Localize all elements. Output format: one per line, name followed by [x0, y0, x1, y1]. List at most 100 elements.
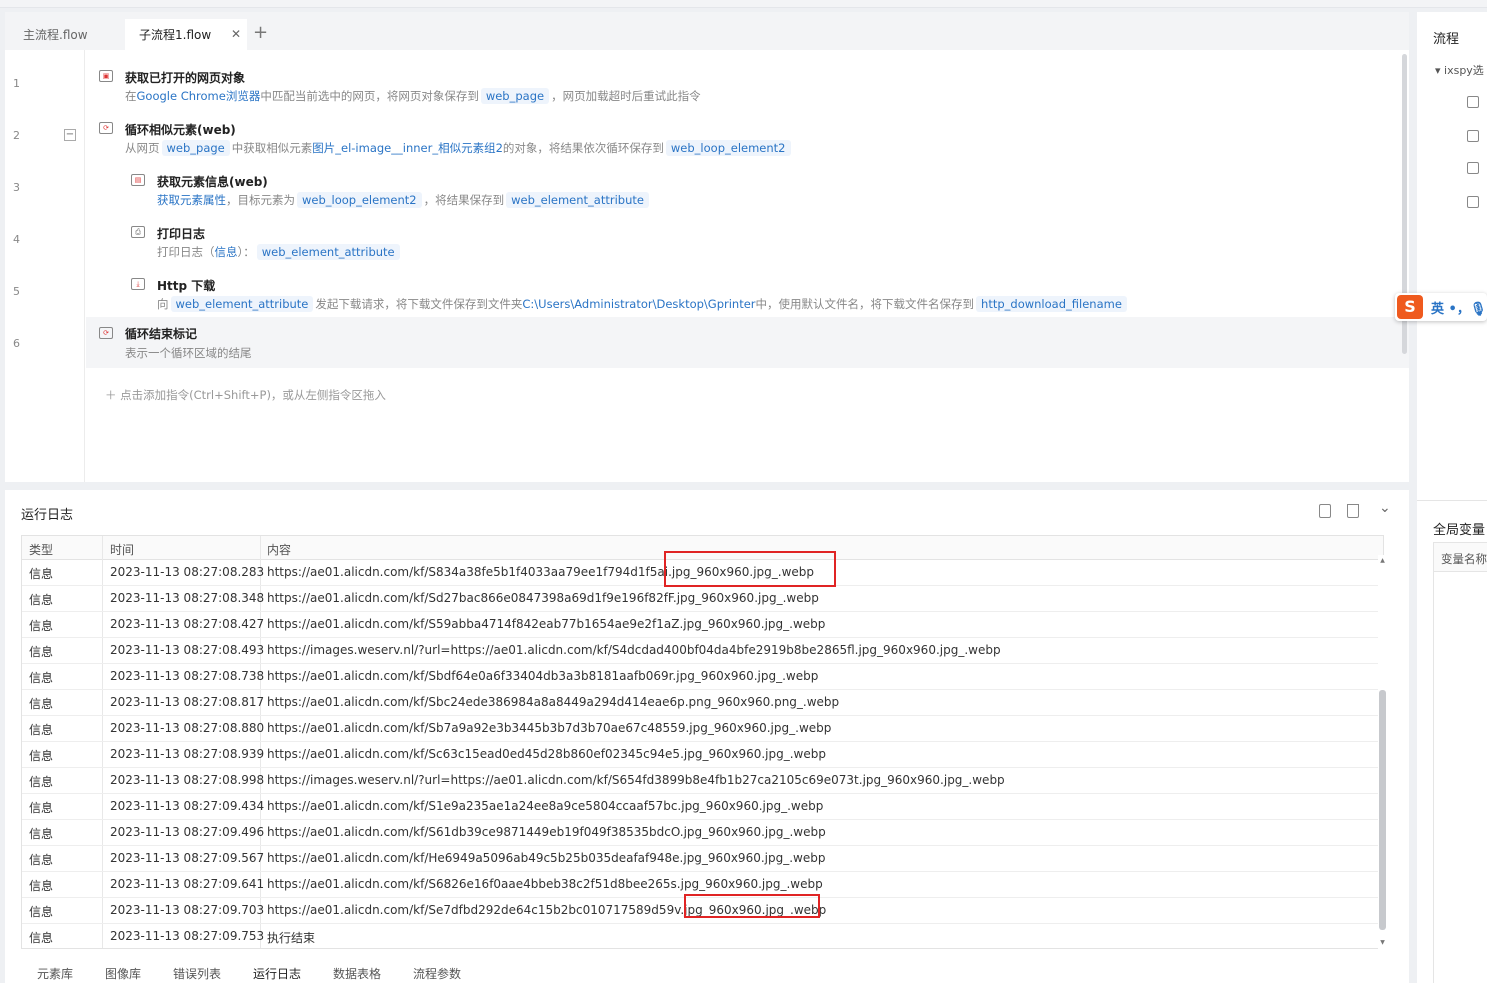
cell-time: 2023-11-13 08:27:09.641	[110, 877, 265, 891]
tab-element-library[interactable]: 元素库	[37, 965, 73, 982]
variable-chip[interactable]: web_page	[161, 140, 230, 156]
table-row[interactable]: 信息 2023-11-13 08:27:09.567 https://ae01.al…	[22, 846, 1383, 872]
cell-content: 执行结束	[267, 931, 316, 945]
command-loop-end[interactable]: ⟳ 循环结束标记 表示一个循环区域的结尾	[86, 317, 1409, 368]
desc-text: 中，使用默认文件名，将下载文件名保存到	[755, 297, 975, 311]
desc-link[interactable]: 获取元素属性	[157, 193, 226, 207]
table-row[interactable]: 信息 2023-11-13 08:27:08.939 https://ae01.al…	[22, 742, 1383, 768]
close-icon[interactable]: ✕	[231, 27, 241, 41]
cell-time: 2023-11-13 08:27:08.738	[110, 669, 265, 683]
cell-content: https://images.weserv.nl/?url=https://ae…	[267, 643, 1001, 657]
desc-text: 从网页	[125, 141, 160, 155]
add-command-hint[interactable]: ＋ 点击添加指令(Ctrl+Shift+P)，或从左侧指令区拖入	[105, 387, 386, 403]
variable-chip[interactable]: web_loop_element2	[297, 192, 422, 208]
variable-chip[interactable]: web_page	[480, 88, 550, 104]
line-number: 2	[13, 129, 20, 142]
cell-type: 信息	[29, 879, 54, 893]
cell-type: 信息	[29, 671, 54, 685]
desc-text: 在	[125, 89, 137, 103]
tab-run-log[interactable]: 运行日志	[253, 965, 301, 982]
table-row[interactable]: 信息 2023-11-13 08:27:08.738 https://ae01.al…	[22, 664, 1383, 690]
cell-time: 2023-11-13 08:27:08.998	[110, 773, 265, 787]
ime-status[interactable]: 英 •，🎙	[1431, 298, 1486, 317]
cell-content: https://ae01.alicdn.com/kf/He6949a5096ab…	[267, 851, 826, 865]
flow-tree-item[interactable]: ▾ ixspy选	[1435, 62, 1484, 78]
table-row[interactable]: 信息 2023-11-13 08:27:09.496 https://ae01.al…	[22, 820, 1383, 846]
log-scrollbar[interactable]: ▲ ▼	[1378, 555, 1387, 949]
desc-link[interactable]: Google Chrome浏览器	[137, 89, 261, 103]
cell-type: 信息	[29, 619, 54, 633]
copy-icon[interactable]	[1467, 96, 1479, 108]
tab-sub-flow[interactable]: 子流程1.flow ✕	[125, 19, 247, 50]
subflow-icon[interactable]	[1467, 130, 1479, 142]
variable-chip[interactable]: web_element_attribute	[170, 296, 314, 312]
tab-main-label: 主流程.flow	[23, 28, 88, 42]
element-info-icon: ▤	[131, 174, 145, 186]
desc-link[interactable]: 图片_el-image__inner_相似元素组2	[312, 141, 503, 155]
top-strip	[0, 0, 1487, 8]
cell-content: https://ae01.alicdn.com/kf/Sd27bac866e08…	[267, 591, 819, 605]
trash-icon[interactable]	[1347, 504, 1359, 518]
cell-type: 信息	[29, 801, 54, 815]
command-loop-elements[interactable]: ⟳ 循环相似元素(web) 从网页 web_page 中获取相似元素图片_el-im…	[99, 117, 1399, 169]
scroll-thumb[interactable]	[1379, 690, 1386, 930]
cell-content: https://ae01.alicdn.com/kf/Sbc24ede38698…	[267, 695, 840, 709]
ime-toolbar[interactable]: S 英 •，🎙	[1395, 293, 1487, 321]
line-number: 6	[13, 337, 20, 350]
cell-time: 2023-11-13 08:27:08.427	[110, 617, 265, 631]
command-get-element-info[interactable]: ▤ 获取元素信息(web) 获取元素属性，目标元素为 web_loop_eleme…	[131, 169, 1399, 221]
table-row[interactable]: 信息 2023-11-13 08:27:08.998 https://images.…	[22, 768, 1383, 794]
desc-text: ，网页加载超时后重试此指令	[551, 89, 701, 103]
column-type[interactable]: 类型	[29, 541, 53, 558]
command-get-webpage[interactable]: ▣ 获取已打开的网页对象 在Google Chrome浏览器中匹配当前选中的网页…	[99, 65, 1399, 117]
column-time[interactable]: 时间	[110, 541, 134, 558]
table-row[interactable]: 信息 2023-11-13 08:27:08.493 https://images.…	[22, 638, 1383, 664]
desc-link[interactable]: 信息	[215, 245, 238, 259]
layers-icon[interactable]	[1467, 196, 1479, 208]
command-title: 打印日志	[157, 227, 206, 241]
tab-flow-params[interactable]: 流程参数	[413, 965, 461, 982]
table-row[interactable]: 信息 2023-11-13 08:27:08.348 https://ae01.al…	[22, 586, 1383, 612]
chevron-down-icon[interactable]: ⌄	[1379, 500, 1391, 516]
scroll-down-icon[interactable]: ▼	[1378, 939, 1387, 946]
tab-error-list[interactable]: 错误列表	[173, 965, 221, 982]
variable-chip[interactable]: web_element_attribute	[506, 192, 649, 208]
cell-time: 2023-11-13 08:27:09.753	[110, 929, 265, 943]
variable-chip[interactable]: web_loop_element2	[665, 140, 791, 156]
cell-content: https://ae01.alicdn.com/kf/Sc63c15ead0ed…	[267, 747, 826, 761]
command-title: 获取已打开的网页对象	[125, 71, 246, 85]
cell-time: 2023-11-13 08:27:08.880	[110, 721, 265, 735]
collapse-icon[interactable]: −	[64, 129, 76, 141]
app-root: 主流程.flow 子流程1.flow ✕ + 1 2 − 3 4 5 6 ▣ 获…	[0, 0, 1487, 983]
variable-chip[interactable]: web_element_attribute	[256, 244, 400, 260]
table-row[interactable]: 信息 2023-11-13 08:27:08.427 https://ae01.al…	[22, 612, 1383, 638]
table-row[interactable]: 信息 2023-11-13 08:27:09.434 https://ae01.al…	[22, 794, 1383, 820]
loop-end-icon: ⟳	[99, 327, 113, 339]
annotation-box	[664, 551, 836, 587]
cell-content: https://ae01.alicdn.com/kf/S59abba4714f8…	[267, 617, 826, 631]
tab-image-library[interactable]: 图像库	[105, 965, 141, 982]
line-gutter: 1 2 − 3 4 5 6	[5, 50, 85, 482]
export-log-icon[interactable]	[1319, 504, 1331, 518]
command-print-log[interactable]: ⎙ 打印日志 打印日志（信息）： web_element_attribute	[131, 221, 1399, 273]
log-table: 类型 时间 内容 信息 2023-11-13 08:27:08.283 https:…	[21, 535, 1384, 949]
tab-data-table[interactable]: 数据表格	[333, 965, 381, 982]
tab-main-flow[interactable]: 主流程.flow	[5, 19, 125, 50]
table-row[interactable]: 信息 2023-11-13 08:27:08.880 https://ae01.al…	[22, 716, 1383, 742]
add-tab-icon[interactable]: +	[253, 23, 268, 43]
scroll-up-icon[interactable]: ▲	[1378, 557, 1387, 564]
command-desc: 向 web_element_attribute 发起下载请求，将下载文件保存到文件夹…	[157, 296, 1129, 312]
table-row[interactable]: 信息 2023-11-13 08:27:09.753 执行结束	[22, 924, 1383, 948]
cell-type: 信息	[29, 749, 54, 763]
loop-icon: ⟳	[99, 122, 113, 134]
cell-type: 信息	[29, 723, 54, 737]
table-row[interactable]: 信息 2023-11-13 08:27:08.817 https://ae01.al…	[22, 690, 1383, 716]
variable-chip[interactable]: http_download_filename	[976, 296, 1127, 312]
command-desc: 获取元素属性，目标元素为 web_loop_element2 ，将结果保存到 web_…	[157, 192, 651, 208]
cell-content: https://ae01.alicdn.com/kf/S61db39ce9871…	[267, 825, 826, 839]
column-content[interactable]: 内容	[267, 541, 291, 558]
layers-icon[interactable]	[1467, 162, 1479, 174]
desc-link[interactable]: C:\Users\Administrator\Desktop\Gprinter	[522, 297, 755, 311]
command-desc: 从网页 web_page 中获取相似元素图片_el-image__inner_相似元…	[125, 140, 793, 156]
command-title: 循环结束标记	[125, 327, 198, 341]
